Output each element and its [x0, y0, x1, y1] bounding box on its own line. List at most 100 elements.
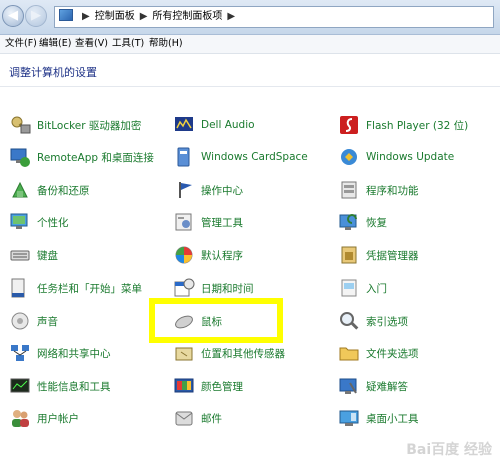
item-admin-tools[interactable]: 管理工具	[173, 210, 243, 234]
item-label: 个性化	[37, 216, 69, 229]
remoteapp-icon	[10, 148, 30, 167]
item-troubleshooting[interactable]: 疑难解答	[338, 374, 408, 398]
item-label: 默认程序	[201, 249, 243, 262]
item-folder-options[interactable]: 文件夹选项	[338, 341, 419, 365]
folder-options-icon	[339, 347, 359, 361]
dell-audio-icon	[175, 117, 193, 131]
item-label: BitLocker 驱动器加密	[37, 119, 142, 132]
indexing-icon	[340, 312, 359, 330]
item-action-center[interactable]: 操作中心	[173, 178, 243, 202]
menu-file[interactable]: 文件(F)	[5, 35, 37, 53]
item-user-accounts[interactable]: 用户帐户	[9, 406, 79, 430]
item-date-time[interactable]: 日期和时间	[173, 276, 254, 300]
item-color-management[interactable]: 颜色管理	[173, 374, 243, 398]
menu-bar: 文件(F) 编辑(E) 查看(V) 工具(T) 帮助(H)	[0, 35, 500, 54]
item-location[interactable]: 位置和其他传感器	[173, 341, 285, 365]
breadcrumb[interactable]: ▶ 控制面板 ▶ 所有控制面板项 ▶	[54, 6, 494, 28]
item-cardspace[interactable]: Windows CardSpace	[173, 145, 308, 169]
item-label: 任务栏和「开始」菜单	[37, 282, 142, 295]
default-programs-icon	[175, 246, 193, 264]
item-label: Flash Player (32 位)	[366, 119, 469, 132]
action-center-icon	[179, 182, 192, 198]
item-keyboard[interactable]: 键盘	[9, 243, 58, 267]
item-label: 用户帐户	[37, 412, 79, 425]
programs-features-icon	[341, 181, 357, 199]
item-flash[interactable]: Flash Player (32 位)	[338, 113, 468, 137]
item-network[interactable]: 网络和共享中心	[9, 341, 111, 365]
breadcrumb-item-all-items[interactable]: 所有控制面板项	[152, 11, 222, 22]
item-mail[interactable]: 邮件	[173, 406, 222, 430]
divider	[0, 86, 500, 87]
item-personalization[interactable]: 个性化	[9, 210, 69, 234]
item-label: Windows Update	[366, 151, 455, 163]
item-label: 索引选项	[366, 315, 408, 328]
menu-tools[interactable]: 工具(T)	[112, 35, 144, 53]
item-label: 管理工具	[201, 216, 243, 229]
item-performance[interactable]: 性能信息和工具	[9, 374, 111, 398]
item-label: 键盘	[37, 249, 58, 262]
item-taskbar[interactable]: 任务栏和「开始」菜单	[9, 276, 142, 300]
item-label: 性能信息和工具	[37, 380, 111, 393]
item-label: 操作中心	[201, 184, 243, 197]
breadcrumb-arrow-icon[interactable]: ▶	[82, 11, 90, 22]
user-accounts-icon	[12, 410, 29, 427]
item-label: Windows CardSpace	[201, 151, 308, 163]
bitlocker-icon	[11, 116, 31, 134]
keyboard-icon	[10, 250, 30, 261]
item-label: 备份和还原	[37, 184, 90, 197]
control-panel-icon	[59, 9, 73, 21]
item-label: 恢复	[366, 216, 387, 229]
performance-icon	[10, 378, 30, 393]
breadcrumb-arrow-icon[interactable]: ▶	[140, 11, 148, 22]
item-gadgets[interactable]: 桌面小工具	[338, 406, 419, 430]
item-label: 文件夹选项	[366, 347, 419, 360]
item-default-programs[interactable]: 默认程序	[173, 243, 243, 267]
item-indexing[interactable]: 索引选项	[338, 309, 408, 333]
item-label: 疑难解答	[366, 380, 408, 393]
item-label: 凭据管理器	[366, 249, 419, 262]
item-label: 程序和功能	[366, 184, 419, 197]
item-label: RemoteApp 和桌面连接	[37, 151, 154, 164]
item-label: 颜色管理	[201, 380, 243, 393]
item-windows-update[interactable]: Windows Update	[338, 145, 454, 169]
item-remoteapp[interactable]: RemoteApp 和桌面连接	[9, 145, 154, 169]
item-label: 位置和其他传感器	[201, 347, 285, 360]
recovery-icon	[339, 214, 357, 230]
menu-help[interactable]: 帮助(H)	[149, 35, 183, 53]
item-recovery[interactable]: 恢复	[338, 210, 387, 234]
page-title: 调整计算机的设置	[9, 66, 97, 79]
highlight-box	[149, 298, 283, 343]
item-getting-started[interactable]: 入门	[338, 276, 387, 300]
breadcrumb-arrow-icon[interactable]: ▶	[227, 11, 235, 22]
mail-icon	[175, 411, 193, 426]
address-bar: ◀ ▶ ▶ 控制面板 ▶ 所有控制面板项 ▶	[0, 0, 500, 35]
network-icon	[11, 345, 29, 361]
item-label: 桌面小工具	[366, 412, 419, 425]
color-management-icon	[174, 378, 194, 393]
troubleshooting-icon	[339, 378, 357, 394]
backup-restore-icon	[12, 181, 28, 198]
date-time-icon	[174, 278, 195, 297]
item-label: Dell Audio	[201, 119, 255, 131]
getting-started-icon	[341, 279, 357, 297]
menu-edit[interactable]: 编辑(E)	[39, 35, 71, 53]
sound-icon	[11, 312, 29, 330]
breadcrumb-item-control-panel[interactable]: 控制面板	[95, 11, 135, 22]
back-button[interactable]: ◀	[2, 5, 24, 27]
flash-icon	[340, 116, 358, 134]
credential-icon	[341, 246, 357, 264]
menu-view[interactable]: 查看(V)	[75, 35, 108, 53]
item-programs-features[interactable]: 程序和功能	[338, 178, 419, 202]
item-bitlocker[interactable]: BitLocker 驱动器加密	[9, 113, 141, 137]
cardspace-icon	[177, 147, 190, 167]
item-dell-audio[interactable]: Dell Audio	[173, 113, 255, 137]
item-sound[interactable]: 声音	[9, 309, 58, 333]
watermark: Bai百度 经验	[406, 442, 492, 458]
windows-update-icon	[341, 149, 357, 165]
item-label: 邮件	[201, 412, 222, 425]
admin-tools-icon	[175, 213, 192, 231]
item-credential[interactable]: 凭据管理器	[338, 243, 419, 267]
item-backup[interactable]: 备份和还原	[9, 178, 90, 202]
forward-button[interactable]: ▶	[25, 5, 47, 27]
item-label: 声音	[37, 315, 58, 328]
